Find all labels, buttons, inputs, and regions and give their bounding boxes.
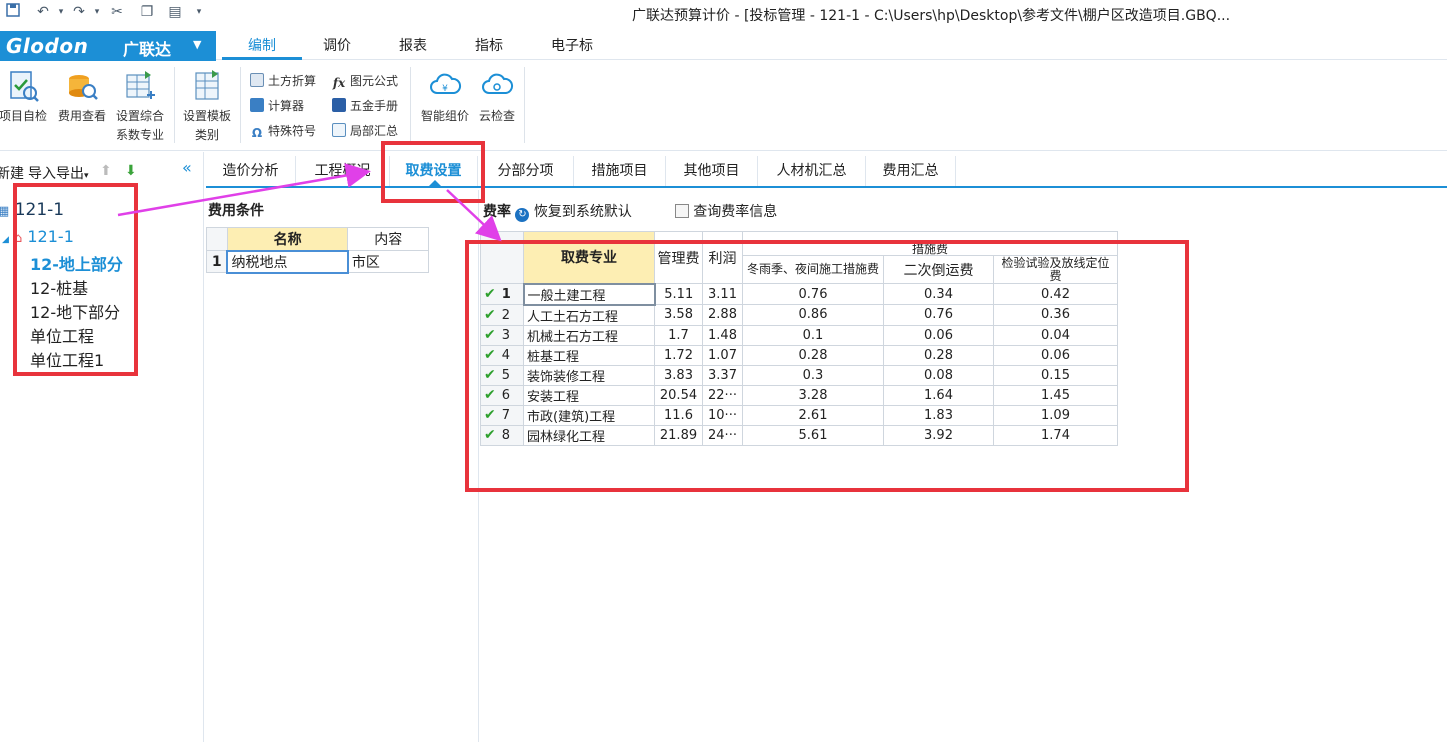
arrow-tab-to-rates — [446, 189, 502, 242]
annotation-arrows — [117, 163, 502, 242]
arrow-tree-to-tab — [117, 163, 371, 217]
